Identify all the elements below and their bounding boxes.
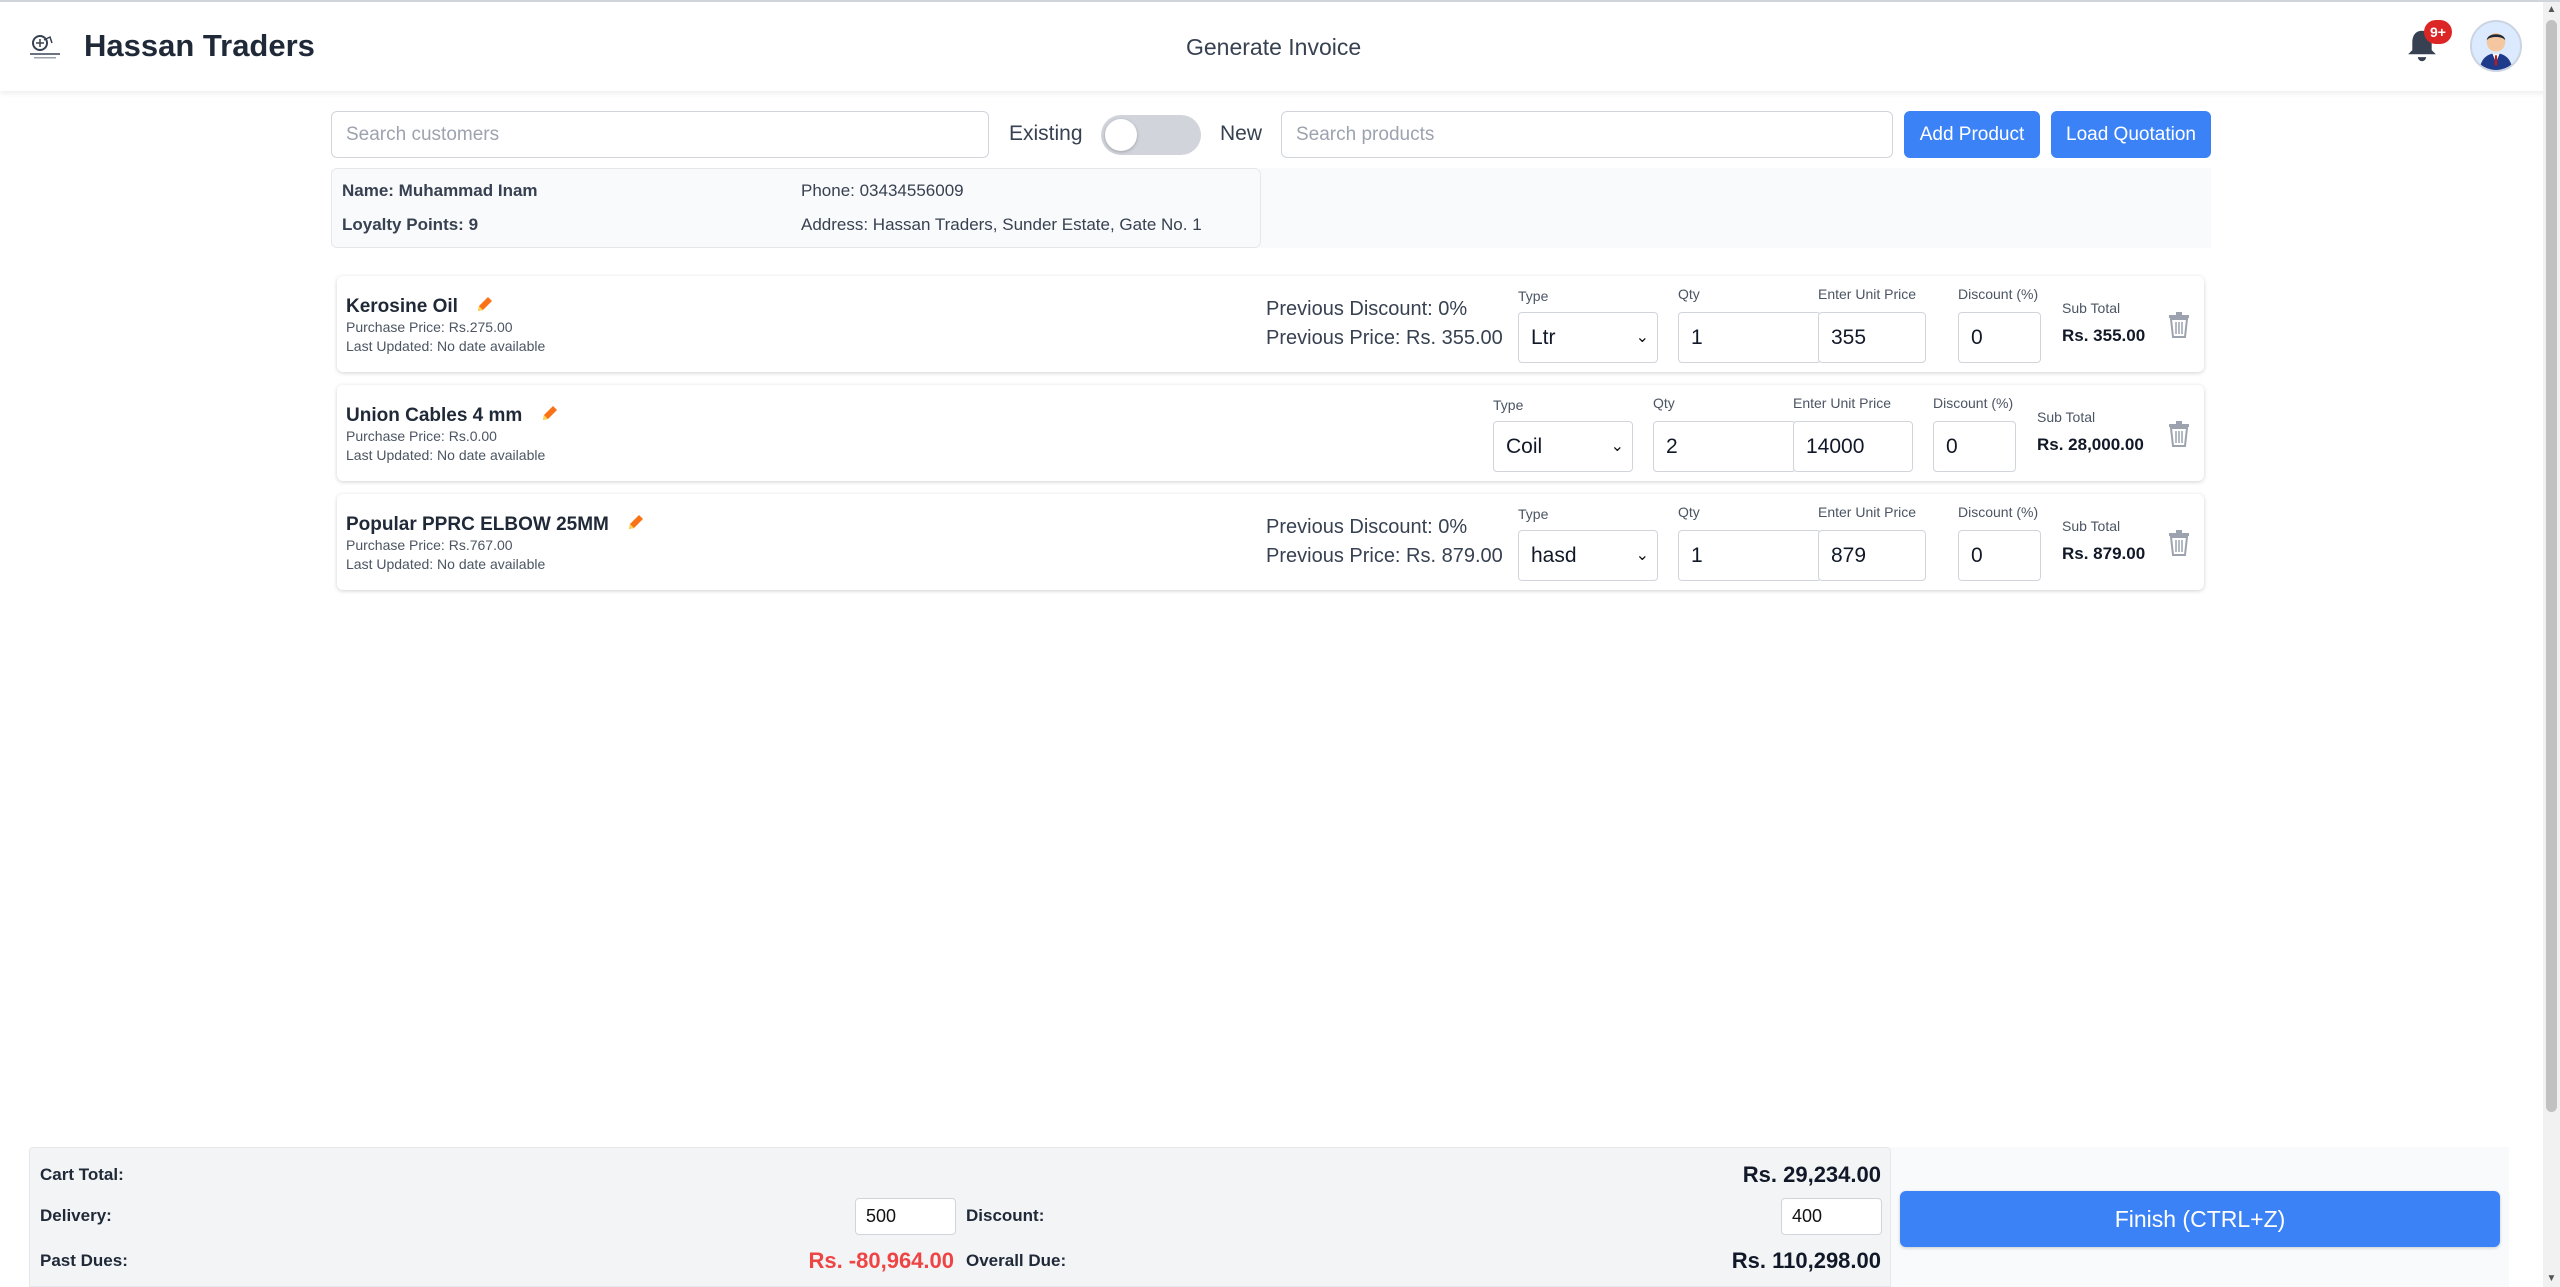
past-dues-label: Past Dues:: [40, 1251, 128, 1270]
unit-price-input[interactable]: 879: [1818, 530, 1926, 581]
scroll-down-icon[interactable]: ▼: [2546, 1273, 2557, 1285]
customer-search-input[interactable]: [331, 111, 989, 158]
customer-name: Name: Muhammad Inam: [342, 181, 538, 200]
item-last-updated: Last Updated: No date available: [346, 338, 546, 354]
item-last-updated: Last Updated: No date available: [346, 447, 546, 463]
avatar[interactable]: [2470, 20, 2522, 72]
unit-price-label: Enter Unit Price: [1793, 395, 1892, 411]
discount-input[interactable]: 400: [1781, 1198, 1882, 1235]
type-select[interactable]: Ltr ⌄: [1518, 312, 1658, 363]
finish-button[interactable]: Finish (CTRL+Z): [1900, 1191, 2500, 1247]
scroll-up-icon[interactable]: ▲: [2546, 4, 2557, 16]
unit-price-label: Enter Unit Price: [1818, 504, 1917, 520]
chevron-down-icon: ⌄: [1635, 329, 1649, 346]
discount-input[interactable]: 0: [1958, 530, 2041, 581]
item-name-wrap: Kerosine Oil: [346, 294, 495, 318]
delivery-label: Delivery:: [40, 1206, 112, 1225]
customer-loyalty: Loyalty Points: 9: [342, 215, 479, 234]
item-name-wrap: Popular PPRC ELBOW 25MM: [346, 512, 646, 536]
pencil-icon[interactable]: [626, 512, 646, 532]
item-name: Popular PPRC ELBOW 25MM: [346, 514, 609, 535]
discount-input[interactable]: 0: [1958, 312, 2041, 363]
trash-icon[interactable]: [2168, 421, 2190, 447]
item-previous-discount: Previous Discount: 0%: [1266, 516, 1468, 538]
subtotal-value: Rs. 879.00: [2062, 544, 2146, 563]
discount-input[interactable]: 0: [1933, 421, 2016, 472]
type-label: Type: [1518, 288, 1549, 304]
trash-icon[interactable]: [2168, 530, 2190, 556]
customer-mode-toggle[interactable]: [1101, 115, 1201, 155]
pencil-icon[interactable]: [540, 403, 560, 423]
subtotal-label: Sub Total: [2062, 518, 2121, 534]
cart-total-label: Cart Total:: [40, 1165, 124, 1184]
discount-label: Discount (%): [1958, 504, 2039, 520]
qty-label: Qty: [1653, 395, 1675, 411]
page-scrollbar[interactable]: ▲ ▼: [2543, 2, 2560, 1287]
item-previous-price: Previous Price: Rs. 879.00: [1266, 545, 1503, 567]
item-name-wrap: Union Cables 4 mm: [346, 403, 560, 427]
qty-input[interactable]: 1: [1678, 312, 1821, 363]
item-purchase-price: Purchase Price: Rs.0.00: [346, 428, 497, 444]
discount-label: Discount (%): [1933, 395, 2014, 411]
user-avatar-icon: [2472, 22, 2520, 70]
unit-price-label: Enter Unit Price: [1818, 286, 1917, 302]
toggle-knob: [1105, 119, 1137, 151]
load-quotation-button[interactable]: Load Quotation: [2051, 111, 2211, 158]
cart-item: Kerosine Oil Purchase Price: Rs.275.00 L…: [337, 276, 2204, 372]
discount-label: Discount:: [966, 1206, 1045, 1225]
overall-due-value: Rs. 110,298.00: [1731, 1248, 1881, 1273]
cart-item: Popular PPRC ELBOW 25MM Purchase Price: …: [337, 494, 2204, 590]
customer-address: Address: Hassan Traders, Sunder Estate, …: [801, 215, 1202, 234]
scroll-thumb[interactable]: [2546, 20, 2557, 1112]
item-name: Kerosine Oil: [346, 296, 458, 317]
pencil-icon[interactable]: [475, 294, 495, 314]
company-logo-icon: [30, 35, 60, 59]
totals-panel: Cart Total: Rs. 29,234.00 Delivery: 500 …: [29, 1147, 1891, 1287]
item-purchase-price: Purchase Price: Rs.767.00: [346, 537, 513, 553]
qty-label: Qty: [1678, 504, 1700, 520]
add-product-button[interactable]: Add Product: [1904, 111, 2040, 158]
page-title: Generate Invoice: [1186, 34, 1362, 60]
type-select-value: Coil: [1506, 435, 1543, 458]
chevron-down-icon: ⌄: [1610, 438, 1624, 455]
brand-name: Hassan Traders: [84, 28, 315, 63]
delivery-input[interactable]: 500: [855, 1198, 956, 1235]
subtotal-label: Sub Total: [2037, 409, 2096, 425]
subtotal-value: Rs. 355.00: [2062, 326, 2146, 345]
product-search-input[interactable]: [1281, 111, 1893, 158]
type-select-value: Ltr: [1531, 326, 1556, 349]
app-header: Hassan Traders Generate Invoice: [0, 0, 2560, 91]
item-previous-discount: Previous Discount: 0%: [1266, 298, 1468, 320]
unit-price-input[interactable]: 14000: [1793, 421, 1913, 472]
subtotal-value: Rs. 28,000.00: [2037, 435, 2144, 454]
type-label: Type: [1493, 397, 1524, 413]
chevron-down-icon: ⌄: [1635, 547, 1649, 564]
trash-icon[interactable]: [2168, 312, 2190, 338]
item-last-updated: Last Updated: No date available: [346, 556, 546, 572]
type-select[interactable]: hasd ⌄: [1518, 530, 1658, 581]
discount-label: Discount (%): [1958, 286, 2039, 302]
customer-phone: Phone: 03434556009: [801, 181, 964, 200]
type-label: Type: [1518, 506, 1549, 522]
qty-input[interactable]: 1: [1678, 530, 1821, 581]
notification-badge: 9+: [2424, 20, 2452, 44]
overall-due-label: Overall Due:: [966, 1251, 1067, 1270]
qty-label: Qty: [1678, 286, 1700, 302]
customer-info-card: Name: Muhammad Inam Loyalty Points: 9 Ph…: [331, 168, 1261, 248]
subtotal-label: Sub Total: [2062, 300, 2121, 316]
past-dues-value: Rs. -80,964.00: [808, 1248, 954, 1273]
toggle-new-label: New: [1220, 122, 1263, 145]
item-purchase-price: Purchase Price: Rs.275.00: [346, 319, 513, 335]
type-select-value: hasd: [1531, 544, 1577, 567]
unit-price-input[interactable]: 355: [1818, 312, 1926, 363]
item-previous-price: Previous Price: Rs. 355.00: [1266, 327, 1503, 349]
qty-input[interactable]: 2: [1653, 421, 1796, 472]
toggle-existing-label: Existing: [1009, 122, 1083, 145]
item-name: Union Cables 4 mm: [346, 405, 523, 426]
type-select[interactable]: Coil ⌄: [1493, 421, 1633, 472]
cart-total-value: Rs. 29,234.00: [1742, 1162, 1881, 1187]
cart-item: Union Cables 4 mm Purchase Price: Rs.0.0…: [337, 385, 2204, 481]
customer-panel-filler: [1261, 168, 2211, 248]
